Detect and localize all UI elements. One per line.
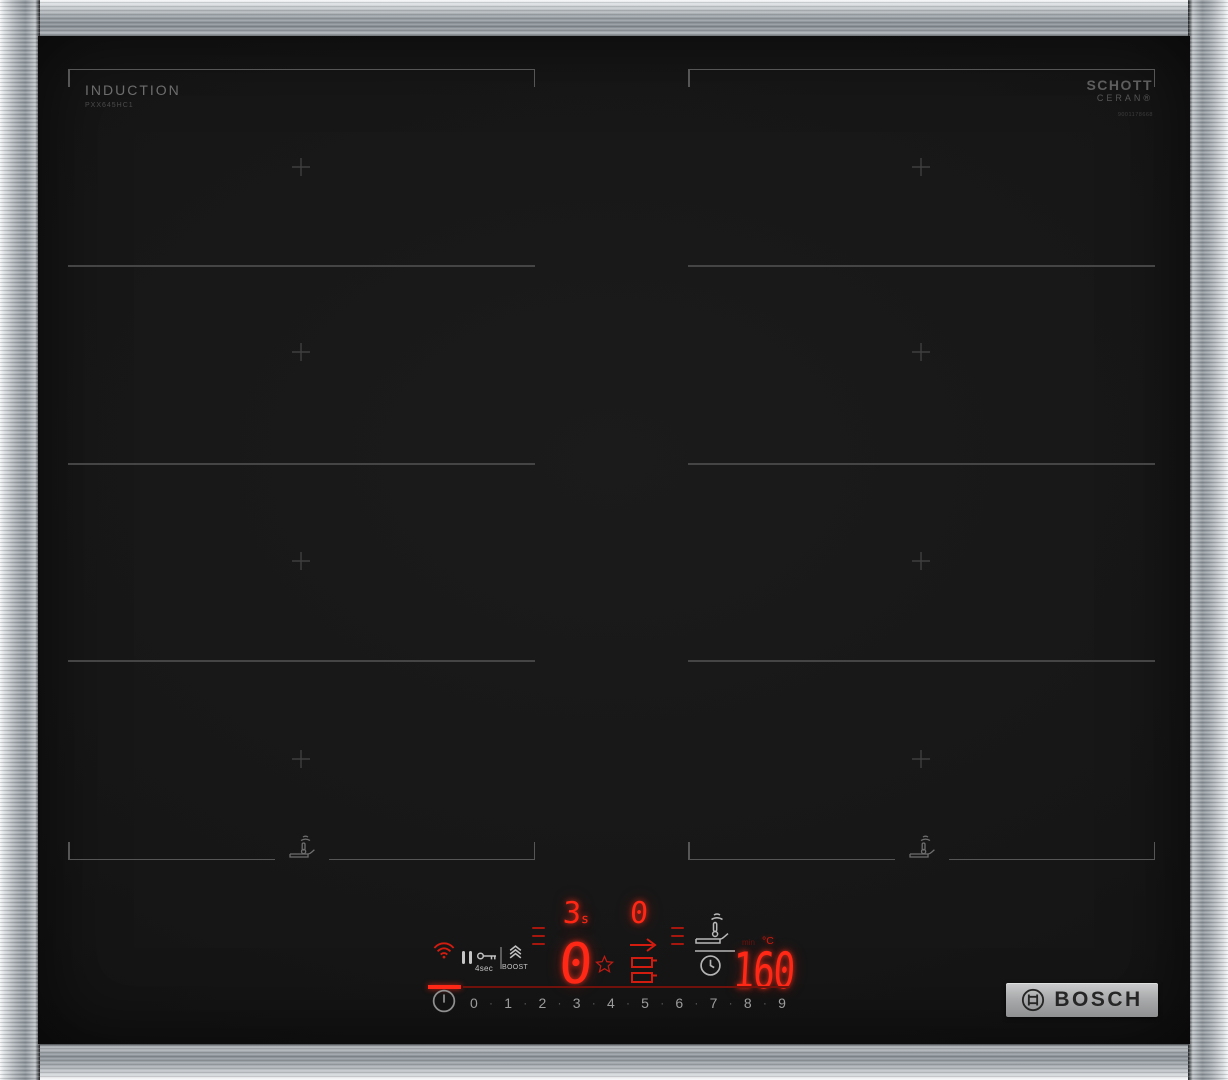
left-zone-separator-3 [68,660,535,662]
bracket-segment [68,838,275,860]
wifi-icon[interactable] [433,942,455,959]
model-number: PXX645HC1 [85,102,134,109]
steel-frame-top [0,0,1228,38]
steel-frame-bottom [0,1042,1228,1080]
sensor-divider-line [695,950,735,952]
pause-icon[interactable] [462,951,475,969]
left-zone-top-bracket [68,69,535,89]
slider-dot: · [626,996,630,1010]
key-lock-icon[interactable] [476,950,498,962]
left-zone-indicator-icon [532,921,545,951]
slider-number[interactable]: 2 [538,995,546,1011]
slider-dot: · [763,996,767,1010]
temperature-display: 160 [733,946,817,996]
slider-number[interactable]: 7 [710,995,718,1011]
right-zone-top-bracket [688,69,1155,89]
slider-dot: · [729,996,733,1010]
slider-number[interactable]: 6 [675,995,683,1011]
steel-frame-right [1188,0,1228,1080]
favorite-star-icon[interactable] [595,955,614,974]
left-zone-separator-1 [68,265,535,267]
schott-line2: CERAN® [1073,93,1153,104]
glass-surface: INDUCTION PXX645HC1 SCHOTT CERAN® 900117… [38,36,1190,1044]
schott-code: 9001178668 [1073,112,1153,118]
slider-number[interactable]: 4 [607,995,615,1011]
boost-chevrons-icon[interactable] [508,945,523,959]
level-slider[interactable]: 0 · 1 · 2 · 3 · 4 · 5 · 6 · 7 · 8 · 9 [470,993,786,1013]
main-level-value: 0 [558,937,595,993]
plus-marker-icon [911,551,931,571]
left-zone-separator-2 [68,463,535,465]
slider-number[interactable]: 0 [470,995,478,1011]
bosch-logo-text: BOSCH [1054,988,1142,1012]
slider-dot: · [694,996,698,1010]
plus-marker-icon [291,551,311,571]
slider-dot: · [557,996,561,1010]
right-zone-indicator-icon [671,921,684,951]
plus-marker-icon [911,342,931,362]
slider-dot: · [592,996,596,1010]
induction-cooktop: INDUCTION PXX645HC1 SCHOTT CERAN® 900117… [0,0,1228,1080]
plus-marker-icon [291,749,311,769]
lock-hold-label: 4sec [475,964,493,973]
slider-dot: · [489,996,493,1010]
frying-sensor-icon [692,912,732,948]
bosch-badge: BOSCH [1006,983,1158,1017]
left-zone-bottom-bracket [68,838,535,860]
bracket-segment [949,838,1156,860]
timer-clock-icon[interactable] [699,954,722,977]
main-level-display[interactable]: 0 [559,937,593,993]
plus-marker-icon [911,157,931,177]
right-zone-separator-2 [688,463,1155,465]
slider-number[interactable]: 3 [573,995,581,1011]
boost-label: BOOST [502,964,528,971]
slider-dot: · [660,996,664,1010]
right-timer-value: 0 [629,899,649,929]
right-timer-display[interactable]: 0 [630,899,648,929]
slider-underline-bright [428,985,461,989]
timer-unit: s [581,913,590,926]
slider-dot: · [523,996,527,1010]
plus-marker-icon [291,157,311,177]
right-zone-bottom-bracket [688,838,1155,860]
pan-sensor-icon [907,835,937,859]
bosch-armature-icon [1021,988,1045,1012]
bracket-segment [329,838,536,860]
pan-sensor-icon [287,835,317,859]
plus-marker-icon [911,749,931,769]
slider-number[interactable]: 8 [744,995,752,1011]
steel-frame-left [0,0,40,1080]
move-pot-arrow-icon [626,937,662,985]
right-zone-separator-3 [688,660,1155,662]
timer-digit: 3 [562,899,582,929]
slider-underline-dim [463,986,790,988]
slider-number[interactable]: 1 [504,995,512,1011]
plus-marker-icon [291,342,311,362]
slider-number[interactable]: 9 [778,995,786,1011]
power-icon [432,989,456,1013]
temperature-value: 160 [732,946,795,996]
timer-small-display[interactable]: 3s [563,899,589,929]
power-button[interactable] [432,989,456,1013]
bracket-segment [688,838,895,860]
slider-number[interactable]: 5 [641,995,649,1011]
right-zone-separator-1 [688,265,1155,267]
